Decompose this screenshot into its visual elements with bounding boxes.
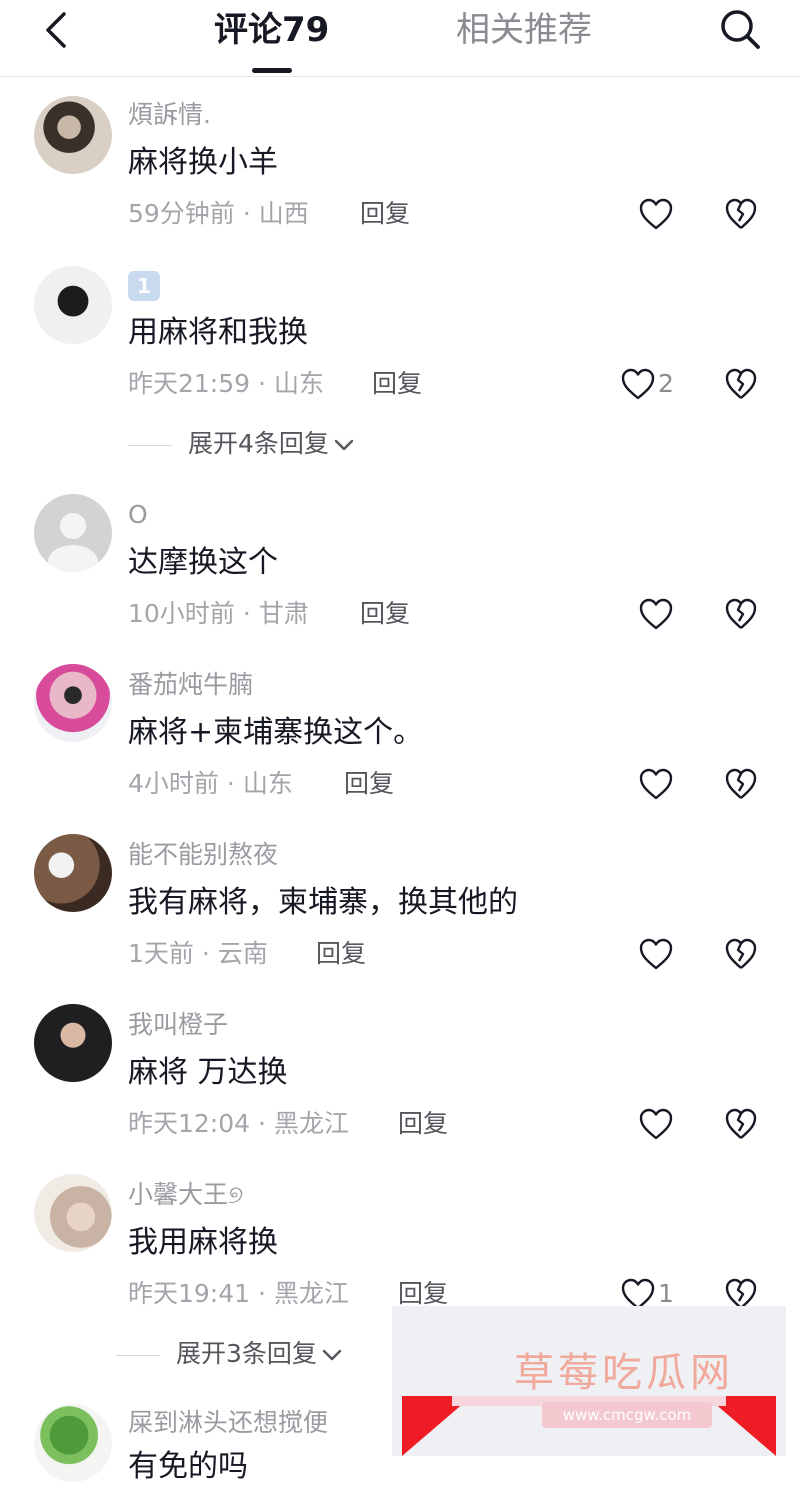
broken-heart-icon[interactable] [724,197,758,231]
comment-meta: 59分钟前 · 山西 [128,197,309,231]
comment-location: 黑龙江 [274,1279,350,1308]
default-avatar-icon [48,513,98,572]
expand-replies-label: 展开3条回复 [176,1339,317,1368]
broken-heart-icon[interactable] [724,597,758,631]
watermark-title: 草莓吃瓜网 [514,1350,734,1396]
comment-text: 麻将换小羊 [128,145,278,180]
comment-meta: 昨天19:41 · 黑龙江 [128,1277,349,1311]
avatar[interactable] [34,96,112,174]
fan-level-badge: 1 [128,271,160,301]
comment-username[interactable]: 煩訴情. [128,98,211,132]
reply-button[interactable]: 回复 [316,937,366,971]
tab-comments[interactable]: 评论79 [214,8,329,52]
active-tab-indicator [252,68,292,73]
avatar[interactable] [34,664,112,742]
comment-meta: 昨天12:04 · 黑龙江 [128,1107,349,1141]
expand-divider [128,444,172,446]
top-bar: 评论79 相关推荐 [0,0,800,77]
comment-time: 59分钟前 [128,199,235,228]
comment-meta: 4小时前 · 山东 [128,767,293,801]
broken-heart-icon[interactable] [724,937,758,971]
comment-username[interactable]: 番茄炖牛腩 [128,668,253,702]
comment-text: 麻将 万达换 [128,1055,288,1090]
comment-location: 黑龙江 [274,1109,350,1138]
comment-location: 山西 [258,199,309,228]
comment-location: 山东 [274,369,325,398]
meta-separator: · [242,599,251,628]
meta-separator: · [258,1109,266,1138]
back-chevron-icon[interactable] [38,10,78,50]
comment-time: 1天前 [128,939,194,968]
expand-divider [116,1354,160,1356]
reply-button[interactable]: 回复 [372,367,422,401]
expand-replies-label: 展开4条回复 [188,429,329,458]
comment-username[interactable]: 屎到淋头还想搅便 [128,1406,328,1440]
site-watermark: 草莓吃瓜网 www.cmcgw.com [392,1306,786,1456]
comment-location: 甘肃 [258,599,309,628]
heart-outline-icon[interactable] [638,937,674,971]
comment-location: 云南 [217,939,268,968]
meta-separator: · [258,369,266,398]
meta-separator: · [242,199,251,228]
comment-time: 昨天19:41 [128,1279,251,1308]
chevron-down-icon [322,1349,342,1361]
heart-outline-icon[interactable] [638,767,674,801]
reply-button[interactable]: 回复 [360,197,410,231]
like-count: 2 [658,369,674,398]
comment-text: 达摩换这个 [128,545,278,580]
meta-separator: · [201,939,210,968]
avatar[interactable] [34,1174,112,1252]
chevron-down-icon [334,439,354,451]
expand-replies-button[interactable]: 展开4条回复 [128,427,355,461]
broken-heart-icon[interactable] [724,367,758,401]
comment-text: 我有麻将，柬埔寨，换其他的 [128,885,518,920]
meta-separator: · [226,769,235,798]
avatar[interactable] [34,834,112,912]
avatar[interactable] [34,266,112,344]
reply-button[interactable]: 回复 [398,1107,448,1141]
meta-separator: · [258,1279,266,1308]
broken-heart-icon[interactable] [724,1107,758,1141]
heart-outline-icon[interactable] [638,1107,674,1141]
comment-text: 我用麻将换 [128,1225,278,1260]
comment-username[interactable]: 我叫橙子 [128,1008,228,1042]
expand-replies-button[interactable]: 展开3条回复 [116,1337,343,1371]
heart-outline-icon[interactable] [638,597,674,631]
reply-button[interactable]: 回复 [360,597,410,631]
comment-meta: 1天前 · 云南 [128,937,268,971]
watermark-url: www.cmcgw.com [542,1402,712,1428]
comment-username[interactable]: 能不能别熬夜 [128,838,278,872]
comment-text: 用麻将和我换 [128,315,308,350]
comment-text: 有免的吗 [128,1449,248,1484]
comment-username[interactable]: O [128,498,148,532]
comment-text: 麻将+柬埔寨换这个。 [128,715,424,750]
search-icon[interactable] [716,6,764,54]
comment-location: 山东 [242,769,293,798]
heart-outline-icon[interactable] [620,367,656,401]
comment-username[interactable]: 小馨大王୭ [128,1178,243,1212]
comment-meta: 昨天21:59 · 山东 [128,367,324,401]
heart-outline-icon[interactable] [638,197,674,231]
comment-time: 昨天21:59 [128,369,251,398]
tab-related-recommendations[interactable]: 相关推荐 [456,8,592,52]
comment-time: 昨天12:04 [128,1109,251,1138]
avatar[interactable] [34,1004,112,1082]
avatar[interactable] [34,494,112,572]
reply-button[interactable]: 回复 [344,767,394,801]
comment-time: 4小时前 [128,769,219,798]
avatar[interactable] [34,1404,112,1482]
broken-heart-icon[interactable] [724,767,758,801]
comment-time: 10小时前 [128,599,235,628]
comment-meta: 10小时前 · 甘肃 [128,597,309,631]
